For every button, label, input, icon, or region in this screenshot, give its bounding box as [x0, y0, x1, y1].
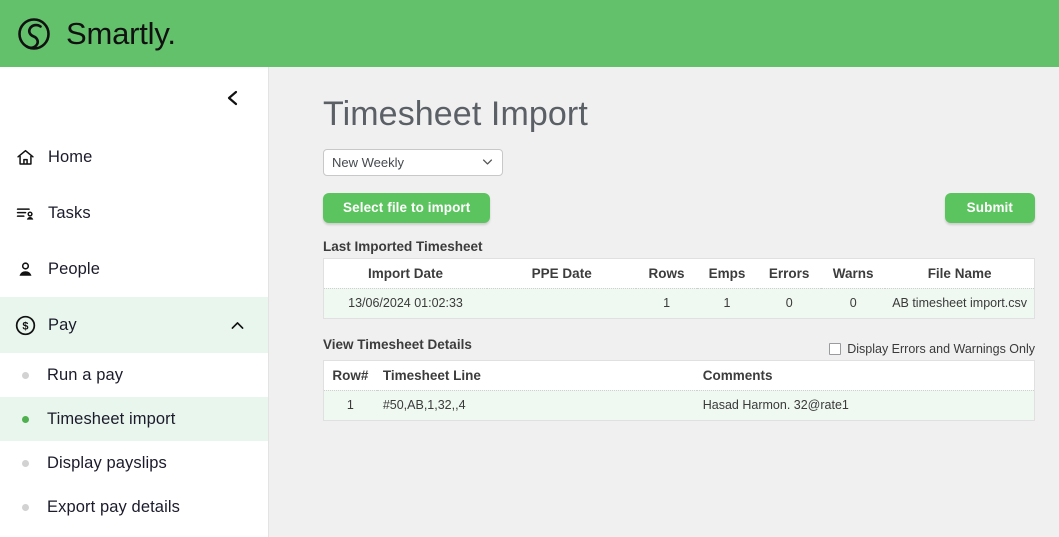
checkbox-label: Display Errors and Warnings Only	[847, 342, 1035, 356]
submit-button[interactable]: Submit	[945, 193, 1035, 223]
cell-timesheet-line: #50,AB,1,32,,4	[377, 390, 697, 420]
chevron-up-icon[interactable]	[229, 317, 246, 334]
sidebar-subnav-pay: Run a pay Timesheet import Display paysl…	[0, 353, 268, 529]
checkbox-box[interactable]	[829, 343, 841, 355]
select-file-to-import-button[interactable]: Select file to import	[323, 193, 490, 223]
column-header-comments: Comments	[697, 360, 1035, 390]
column-header-rows: Rows	[636, 258, 696, 288]
sidebar-subitem-label: Run a pay	[47, 366, 123, 385]
brand-logo[interactable]: Smartly.	[14, 14, 176, 54]
action-button-row: Select file to import Submit	[323, 193, 1035, 223]
table-header-row: Row# Timesheet Line Comments	[324, 360, 1035, 390]
smartly-spiral-icon	[14, 14, 54, 54]
chevron-left-icon[interactable]	[220, 85, 246, 111]
sidebar-item-pay[interactable]: $ Pay	[0, 297, 268, 353]
column-header-emps: Emps	[697, 258, 757, 288]
cell-errors: 0	[757, 288, 821, 318]
cell-warns: 0	[821, 288, 885, 318]
cell-import-date: 13/06/2024 01:02:33	[324, 288, 488, 318]
app-root: Smartly. Home	[0, 0, 1059, 537]
tasks-list-person-icon	[8, 200, 42, 226]
main-content: Timesheet Import New Weekly Select file …	[269, 67, 1059, 537]
period-select[interactable]: New Weekly	[323, 149, 503, 176]
sidebar-subitem-label: Timesheet import	[47, 410, 175, 429]
sidebar-subitem-timesheet-import[interactable]: Timesheet import	[0, 397, 268, 441]
view-timesheet-details-title: View Timesheet Details	[323, 337, 472, 352]
table-row[interactable]: 13/06/2024 01:02:33 1 1 0 0 AB timesheet…	[324, 288, 1035, 318]
cell-row-num: 1	[324, 390, 377, 420]
cell-emps: 1	[697, 288, 757, 318]
column-header-import-date: Import Date	[324, 258, 488, 288]
period-select-wrapper: New Weekly	[323, 149, 503, 176]
column-header-row-num: Row#	[324, 360, 377, 390]
person-icon	[8, 256, 42, 282]
details-section-header: View Timesheet Details Display Errors an…	[323, 337, 1035, 356]
page-title: Timesheet Import	[323, 97, 1035, 133]
sidebar: Home Tasks	[0, 67, 269, 537]
table-row[interactable]: 1 #50,AB,1,32,,4 Hasad Harmon. 32@rate1	[324, 390, 1035, 420]
column-header-timesheet-line: Timesheet Line	[377, 360, 697, 390]
column-header-warns: Warns	[821, 258, 885, 288]
sidebar-subitem-run-a-pay[interactable]: Run a pay	[0, 353, 268, 397]
sidebar-item-home[interactable]: Home	[0, 129, 268, 185]
cell-rows: 1	[636, 288, 696, 318]
top-app-bar: Smartly.	[0, 0, 1059, 67]
sidebar-item-label: Pay	[48, 316, 77, 335]
sidebar-item-tasks[interactable]: Tasks	[0, 185, 268, 241]
bullet-icon	[22, 460, 29, 467]
sidebar-collapse-row	[0, 67, 268, 129]
sidebar-subitem-export-pay-details[interactable]: Export pay details	[0, 485, 268, 529]
svg-text:$: $	[22, 320, 28, 332]
timesheet-details-table: Row# Timesheet Line Comments 1 #50,AB,1,…	[323, 360, 1035, 421]
sidebar-item-label: Tasks	[48, 204, 91, 223]
sidebar-subitem-display-payslips[interactable]: Display payslips	[0, 441, 268, 485]
sidebar-item-label: People	[48, 260, 100, 279]
sidebar-subitem-label: Display payslips	[47, 454, 167, 473]
last-imported-table: Import Date PPE Date Rows Emps Errors Wa…	[323, 258, 1035, 319]
last-imported-title: Last Imported Timesheet	[323, 239, 1035, 254]
bullet-icon	[22, 504, 29, 511]
bullet-icon	[22, 372, 29, 379]
dollar-circle-icon: $	[8, 312, 42, 338]
sidebar-item-people[interactable]: People	[0, 241, 268, 297]
cell-file-name: AB timesheet import.csv	[885, 288, 1034, 318]
column-header-file-name: File Name	[885, 258, 1034, 288]
cell-comments: Hasad Harmon. 32@rate1	[697, 390, 1035, 420]
column-header-errors: Errors	[757, 258, 821, 288]
sidebar-item-label: Home	[48, 148, 92, 167]
home-icon	[8, 144, 42, 170]
column-header-ppe-date: PPE Date	[487, 258, 636, 288]
bullet-icon	[22, 416, 29, 423]
display-errors-warnings-only-checkbox[interactable]: Display Errors and Warnings Only	[829, 342, 1035, 356]
sidebar-subitem-label: Export pay details	[47, 498, 180, 517]
brand-name: Smartly.	[66, 18, 176, 49]
cell-ppe-date	[487, 288, 636, 318]
table-header-row: Import Date PPE Date Rows Emps Errors Wa…	[324, 258, 1035, 288]
